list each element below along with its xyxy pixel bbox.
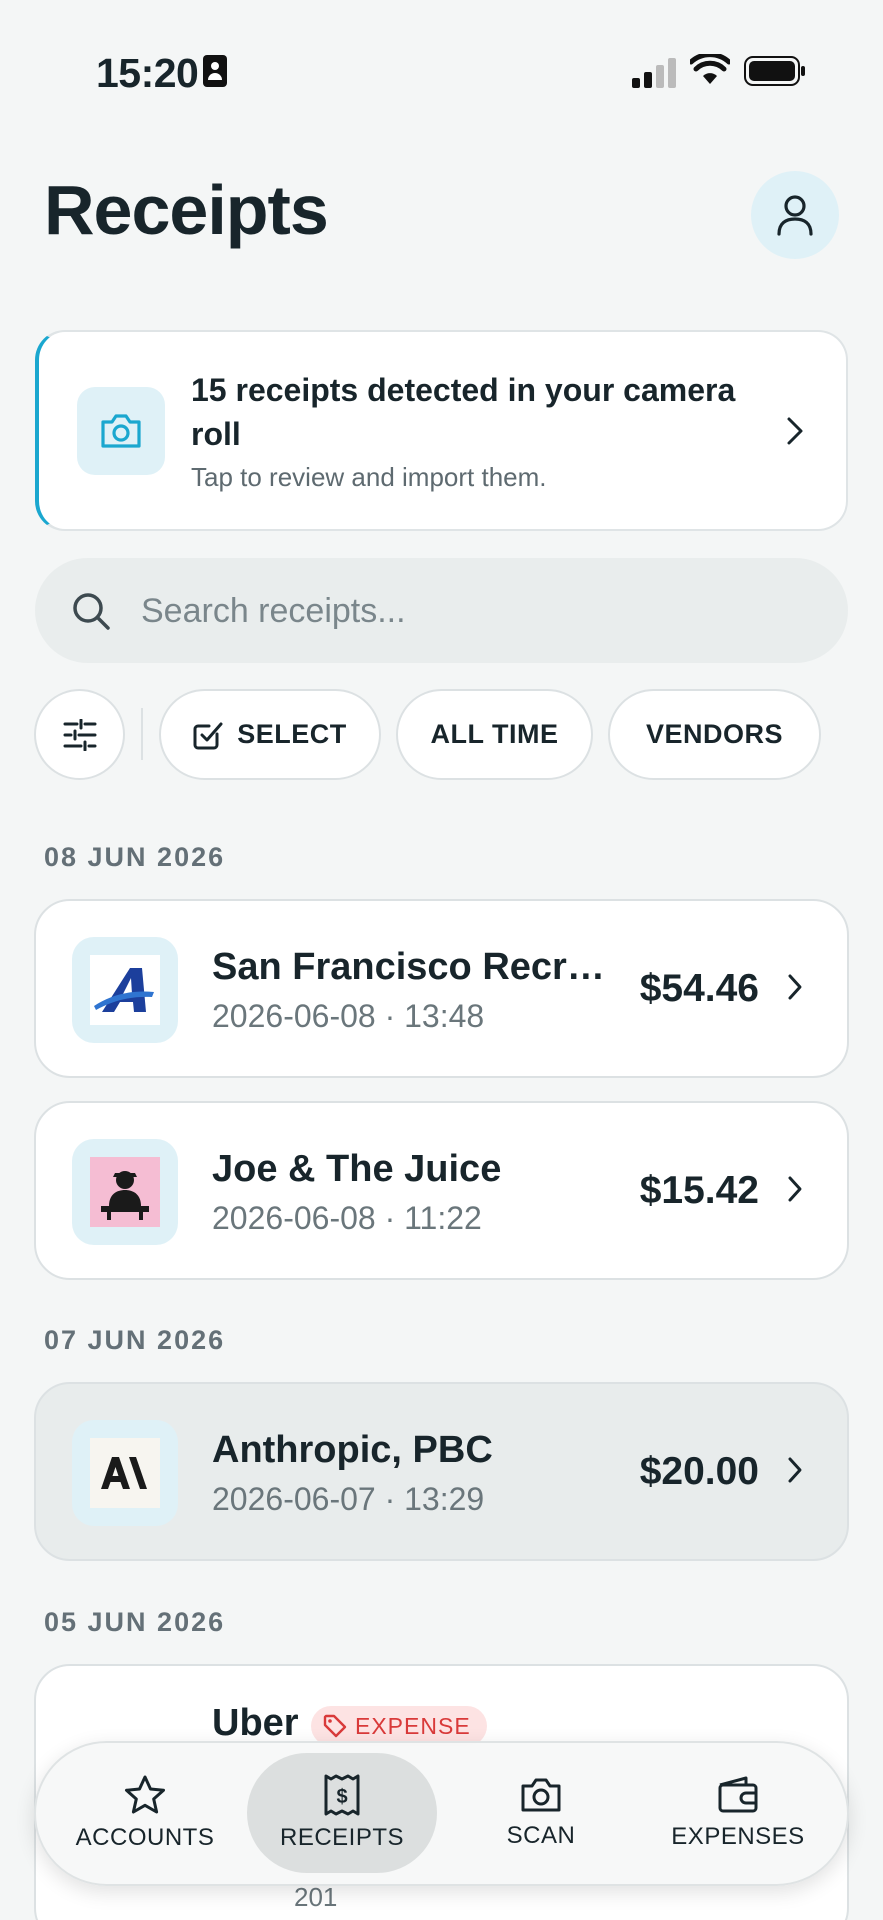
date-header: 08 JUN 2026 <box>44 842 226 872</box>
bottom-nav: ACCOUNTS $ RECEIPTS SCAN EXPENSES <box>34 1741 849 1886</box>
vendors-label: VENDORS <box>645 719 784 749</box>
anthropic-logo-icon <box>101 1457 147 1489</box>
receipt-datetime: 2026-06-08 · 11:22 <box>212 1200 482 1236</box>
vendor-name: Joe & The Juice <box>212 1148 502 1190</box>
date-header: 05 JUN 2026 <box>44 1607 226 1637</box>
signal-icon <box>632 58 676 88</box>
profile-button[interactable] <box>751 171 839 259</box>
nav-label: EXPENSES <box>671 1823 805 1850</box>
chevron-right-icon <box>788 974 802 1000</box>
receipt-datetime: 2026-06-08 · 13:48 <box>212 998 485 1034</box>
chevron-right-icon <box>788 1176 802 1202</box>
all-time-filter[interactable]: ALL TIME <box>396 689 593 780</box>
status-time: 15:20 <box>96 50 199 96</box>
sim-card-icon <box>203 55 227 87</box>
joe-juice-logo-icon <box>101 1171 149 1220</box>
select-button[interactable]: SELECT <box>159 689 381 780</box>
page-title: Receipts <box>44 171 329 249</box>
camera-roll-banner[interactable]: 15 receipts detected in your camera roll… <box>35 330 848 531</box>
chip-divider <box>141 708 143 760</box>
banner-icon-box <box>77 387 165 475</box>
vendor-name: San Francisco Recrea... <box>212 946 612 988</box>
sliders-icon <box>63 718 96 751</box>
all-time-label: ALL TIME <box>430 719 559 749</box>
receipt-icon: $ <box>324 1774 360 1816</box>
camera-icon <box>101 414 141 448</box>
wallet-icon <box>718 1776 758 1813</box>
search-bar[interactable] <box>35 558 848 663</box>
receipt-amount: $15.42 <box>639 1169 759 1212</box>
receipt-card[interactable]: San Francisco Recrea... 2026-06-08 · 13:… <box>34 899 849 1078</box>
chevron-right-icon <box>787 417 803 445</box>
vendor-logo <box>72 937 178 1043</box>
banner-subtitle: Tap to review and import them. <box>191 462 547 492</box>
receipt-card[interactable]: Anthropic, PBC 2026-06-07 · 13:29 $20.00 <box>34 1382 849 1561</box>
vendor-name: Anthropic, PBC <box>212 1429 493 1471</box>
nav-label: SCAN <box>506 1822 576 1849</box>
nav-accounts[interactable]: ACCOUNTS <box>50 1753 240 1873</box>
search-icon <box>73 593 110 630</box>
vendor-logo <box>72 1139 178 1245</box>
receipt-card[interactable]: Joe & The Juice 2026-06-08 · 11:22 $15.4… <box>34 1101 849 1280</box>
banner-title: 15 receipts detected in your camera roll <box>191 372 736 452</box>
nav-scan[interactable]: SCAN <box>446 1753 636 1873</box>
chevron-right-icon <box>788 1457 802 1483</box>
filter-button[interactable] <box>34 689 125 780</box>
nav-receipts[interactable]: $ RECEIPTS <box>247 1753 437 1873</box>
receipt-partial-text: 201 <box>294 1882 338 1912</box>
select-label: SELECT <box>237 719 347 749</box>
battery-icon <box>744 56 805 86</box>
nav-label: ACCOUNTS <box>75 1824 215 1851</box>
svg-text:$: $ <box>336 1786 347 1808</box>
camera-icon <box>521 1778 561 1812</box>
star-icon <box>125 1775 165 1814</box>
receipt-amount: $54.46 <box>639 967 759 1010</box>
tag-icon <box>323 1714 347 1738</box>
wifi-icon <box>690 54 730 84</box>
expense-badge: EXPENSE <box>311 1706 487 1746</box>
sf-rec-logo-icon <box>94 968 154 1012</box>
receipt-amount: $20.00 <box>639 1450 759 1493</box>
user-icon <box>777 195 813 236</box>
nav-label: RECEIPTS <box>279 1824 405 1851</box>
nav-expenses[interactable]: EXPENSES <box>643 1753 833 1873</box>
receipt-datetime: 2026-06-07 · 13:29 <box>212 1481 485 1517</box>
vendors-filter[interactable]: VENDORS <box>608 689 821 780</box>
vendor-logo <box>72 1420 178 1526</box>
expense-badge-label: EXPENSE <box>355 1712 471 1739</box>
checkbox-icon <box>193 722 223 749</box>
date-header: 07 JUN 2026 <box>44 1325 226 1355</box>
search-input[interactable] <box>141 588 741 634</box>
status-bar: 15:20 <box>0 0 883 140</box>
